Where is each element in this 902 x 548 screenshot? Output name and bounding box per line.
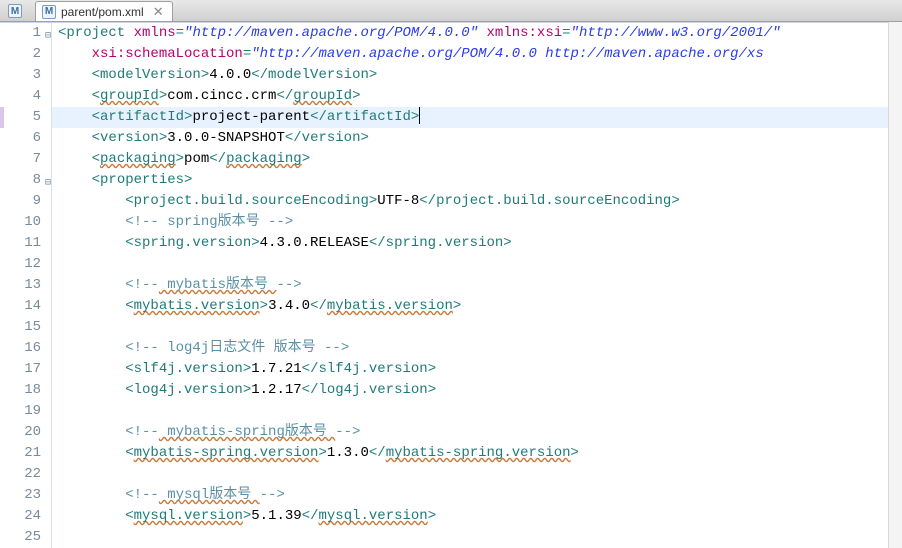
code-line[interactable]: <artifactId>project-parent</artifactId>: [52, 107, 902, 128]
line-number: 20: [0, 422, 41, 443]
code-line[interactable]: <!-- spring版本号 -->: [52, 212, 902, 233]
code-area[interactable]: <project xmlns="http://maven.apache.org/…: [52, 23, 902, 548]
code-line[interactable]: <groupId>com.cincc.crm</groupId>: [52, 86, 902, 107]
line-number: 14: [0, 296, 41, 317]
line-number: 11: [0, 233, 41, 254]
code-line[interactable]: <project.build.sourceEncoding>UTF-8</pro…: [52, 191, 902, 212]
code-line[interactable]: <project xmlns="http://maven.apache.org/…: [52, 23, 902, 44]
line-number: 8: [0, 170, 41, 191]
line-number: 9: [0, 191, 41, 212]
line-number: 19: [0, 401, 41, 422]
code-line[interactable]: <!-- mybatis版本号 -->: [52, 275, 902, 296]
close-icon[interactable]: ✕: [153, 4, 164, 20]
line-number-gutter: 1234567891011121314151617181920212223242…: [0, 23, 52, 548]
line-number: 25: [0, 527, 41, 548]
line-number: 15: [0, 317, 41, 338]
line-number: 6: [0, 128, 41, 149]
line-number: 12: [0, 254, 41, 275]
code-line[interactable]: <!-- mysql版本号 -->: [52, 485, 902, 506]
line-number: 13: [0, 275, 41, 296]
code-line[interactable]: <packaging>pom</packaging>: [52, 149, 902, 170]
code-line[interactable]: <mybatis-spring.version>1.3.0</mybatis-s…: [52, 443, 902, 464]
code-line[interactable]: <properties>: [52, 170, 902, 191]
code-line[interactable]: xsi:schemaLocation="http://maven.apache.…: [52, 44, 902, 65]
line-number: 5: [0, 107, 41, 128]
code-line[interactable]: <mybatis.version>3.4.0</mybatis.version>: [52, 296, 902, 317]
maven-file-icon: M: [42, 5, 56, 19]
line-number: 7: [0, 149, 41, 170]
tab-parent-pom[interactable]: M parent/pom.xml ✕: [35, 1, 173, 21]
line-number: 2: [0, 44, 41, 65]
code-line[interactable]: <version>3.0.0-SNAPSHOT</version>: [52, 128, 902, 149]
line-number: 3: [0, 65, 41, 86]
code-line[interactable]: [52, 464, 902, 485]
code-line[interactable]: <!-- log4j日志文件 版本号 -->: [52, 338, 902, 359]
code-line[interactable]: <log4j.version>1.2.17</log4j.version>: [52, 380, 902, 401]
code-line[interactable]: [52, 527, 902, 548]
code-line[interactable]: [52, 401, 902, 422]
code-line[interactable]: [52, 317, 902, 338]
maven-file-icon: M: [8, 4, 22, 18]
line-number: 1: [0, 23, 41, 44]
code-line[interactable]: [52, 254, 902, 275]
line-number: 22: [0, 464, 41, 485]
editor[interactable]: 1234567891011121314151617181920212223242…: [0, 22, 902, 548]
line-number: 16: [0, 338, 41, 359]
line-number: 18: [0, 380, 41, 401]
line-number: 10: [0, 212, 41, 233]
overview-ruler: [888, 22, 902, 548]
line-number: 17: [0, 359, 41, 380]
line-number: 24: [0, 506, 41, 527]
code-line[interactable]: <modelVersion>4.0.0</modelVersion>: [52, 65, 902, 86]
tab-bar: M parent/pom.xml ✕: [0, 0, 902, 22]
text-cursor: [419, 107, 420, 124]
line-number: 23: [0, 485, 41, 506]
line-number: 21: [0, 443, 41, 464]
tab-title: parent/pom.xml: [61, 5, 144, 19]
code-line[interactable]: <mysql.version>5.1.39</mysql.version>: [52, 506, 902, 527]
code-line[interactable]: <!-- mybatis-spring版本号 -->: [52, 422, 902, 443]
code-line[interactable]: <slf4j.version>1.7.21</slf4j.version>: [52, 359, 902, 380]
code-line[interactable]: <spring.version>4.3.0.RELEASE</spring.ve…: [52, 233, 902, 254]
line-number: 4: [0, 86, 41, 107]
